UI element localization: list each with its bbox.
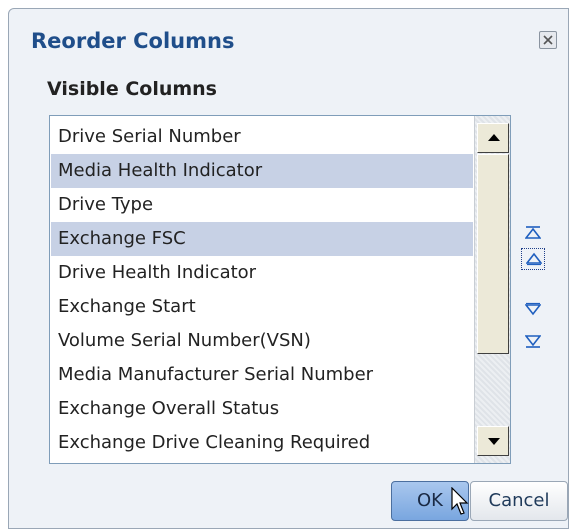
list-item[interactable]: Drive Type bbox=[51, 188, 473, 222]
list-item[interactable]: Exchange Overall Status bbox=[51, 392, 473, 426]
cancel-button[interactable]: Cancel bbox=[470, 481, 568, 521]
list-item[interactable]: Volume Serial Number(VSN) bbox=[51, 324, 473, 358]
mouse-pointer-icon bbox=[451, 486, 471, 521]
reorder-columns-dialog: Reorder Columns Visible Columns Drive Se… bbox=[8, 8, 569, 529]
scroll-down-arrow-icon bbox=[488, 438, 500, 445]
move-to-bottom-button[interactable] bbox=[521, 330, 545, 352]
move-to-top-icon bbox=[525, 226, 541, 239]
move-to-top-button[interactable] bbox=[521, 222, 545, 244]
visible-columns-listbox[interactable]: Drive Serial Number Media Health Indicat… bbox=[49, 115, 511, 464]
scroll-up-arrow-icon bbox=[488, 134, 500, 141]
list-item[interactable]: Exchange Start bbox=[51, 290, 473, 324]
scroll-down-button[interactable] bbox=[477, 426, 509, 456]
scrollbar-thumb[interactable] bbox=[477, 154, 509, 354]
move-down-button[interactable] bbox=[521, 299, 545, 321]
move-up-button[interactable] bbox=[521, 248, 545, 270]
close-x-glyph bbox=[543, 35, 553, 45]
column-list: Drive Serial Number Media Health Indicat… bbox=[51, 120, 473, 460]
pointer-arrow-glyph bbox=[451, 486, 469, 515]
list-item[interactable]: Drive Serial Number bbox=[51, 120, 473, 154]
move-to-bottom-icon bbox=[525, 335, 541, 348]
move-down-icon bbox=[525, 302, 541, 316]
scroll-up-button[interactable] bbox=[477, 123, 509, 153]
list-item[interactable]: Media Health Indicator bbox=[51, 154, 473, 188]
move-up-icon bbox=[526, 252, 542, 266]
visible-columns-heading: Visible Columns bbox=[47, 78, 217, 100]
list-item[interactable]: Exchange Drive Cleaning Required bbox=[51, 426, 473, 460]
list-item[interactable]: Drive Health Indicator bbox=[51, 256, 473, 290]
list-item[interactable]: Media Manufacturer Serial Number bbox=[51, 358, 473, 392]
close-icon[interactable] bbox=[539, 31, 557, 49]
vertical-scrollbar[interactable] bbox=[474, 116, 510, 463]
dialog-title: Reorder Columns bbox=[31, 29, 235, 53]
list-item[interactable]: Exchange FSC bbox=[51, 222, 473, 256]
